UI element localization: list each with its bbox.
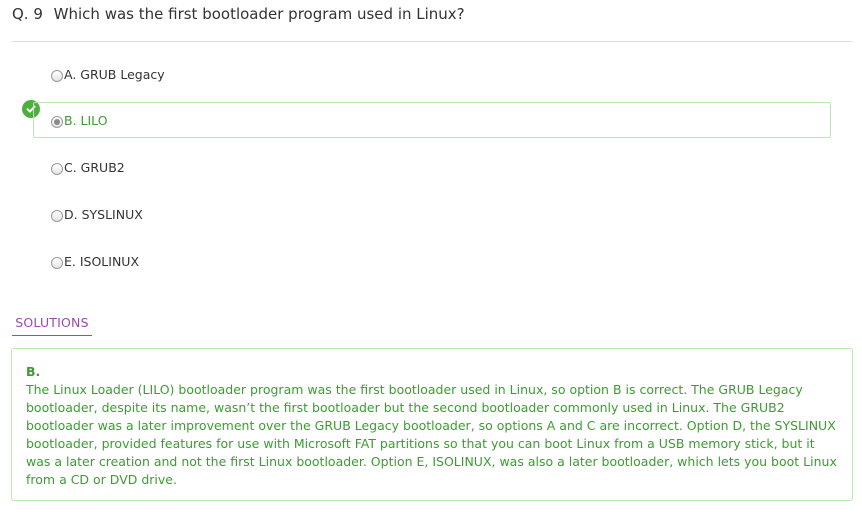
option-b-radio[interactable] [51, 116, 63, 128]
option-d-radio[interactable] [51, 210, 63, 222]
option-e-label: E. ISOLINUX [64, 253, 140, 269]
option-e-radio[interactable] [51, 257, 63, 269]
question-number: Q. 9 [12, 5, 43, 23]
option-d[interactable]: D. SYSLINUX [33, 196, 831, 232]
option-c-radio[interactable] [51, 163, 63, 175]
solution-panel: B. The Linux Loader (LILO) bootloader pr… [11, 348, 853, 501]
question-divider [12, 41, 852, 42]
option-a-label: A. GRUB Legacy [64, 66, 165, 82]
solutions-tab[interactable]: SOLUTIONS [12, 314, 92, 336]
option-c-label: C. GRUB2 [64, 159, 125, 175]
option-d-label: D. SYSLINUX [64, 206, 143, 222]
question-title: Q. 9 Which was the first bootloader prog… [12, 5, 465, 23]
option-e[interactable]: E. ISOLINUX [33, 243, 831, 279]
option-a-radio[interactable] [51, 70, 63, 82]
option-b-label: B. LILO [64, 112, 108, 128]
solution-explanation: The Linux Loader (LILO) bootloader progr… [26, 382, 837, 487]
option-a[interactable]: A. GRUB Legacy [33, 56, 831, 92]
question-text: Which was the first bootloader program u… [53, 5, 465, 23]
option-c[interactable]: C. GRUB2 [33, 149, 831, 185]
option-b[interactable]: B. LILO [33, 102, 831, 138]
solution-answer: B. [26, 364, 41, 379]
